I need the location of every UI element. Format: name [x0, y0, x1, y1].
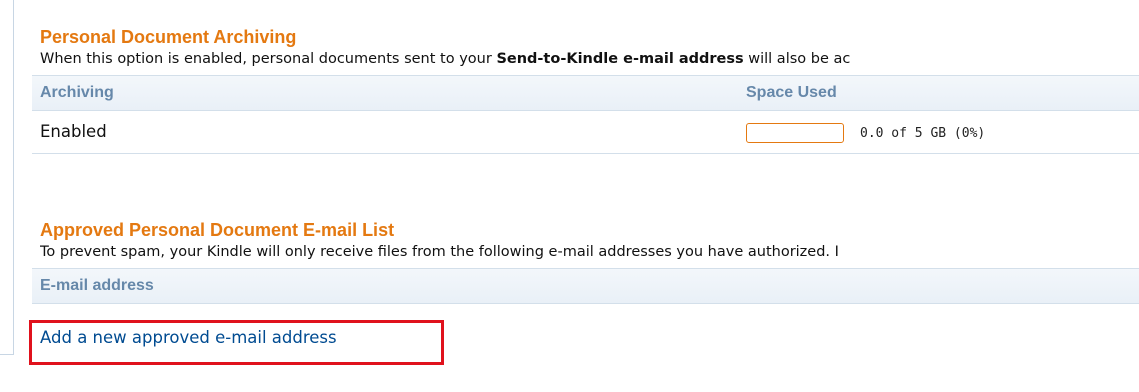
space-used-progress-bar [746, 123, 844, 143]
archiving-desc-suffix: will also be ac [743, 51, 851, 67]
archiving-section: Personal Document Archiving When this op… [32, 26, 1139, 154]
archiving-column-header: Archiving [40, 84, 114, 101]
space-used-indicator: 0.0 of 5 GB (0%) [746, 123, 985, 143]
approved-email-section: Approved Personal Document E-mail List T… [32, 219, 1139, 347]
email-address-column-header: E-mail address [40, 277, 154, 294]
space-used-column-header: Space Used [746, 84, 837, 101]
left-border-divider [13, 0, 14, 354]
page: Personal Document Archiving When this op… [0, 0, 1139, 392]
archiving-status: Enabled [40, 122, 107, 141]
archiving-description: When this option is enabled, personal do… [40, 49, 1139, 71]
approved-email-title: Approved Personal Document E-mail List [40, 220, 395, 240]
email-table-header: E-mail address [32, 268, 1139, 304]
archiving-table-header: Archiving Space Used [32, 75, 1139, 111]
archiving-title: Personal Document Archiving [40, 27, 297, 47]
left-tick-divider [0, 354, 14, 355]
approved-email-description: To prevent spam, your Kindle will only r… [40, 244, 839, 260]
archiving-desc-bold: Send-to-Kindle e-mail address [496, 51, 744, 67]
archiving-table-row: Enabled 0.0 of 5 GB (0%) [32, 111, 1139, 154]
space-used-text: 0.0 of 5 GB (0%) [860, 125, 986, 141]
highlight-box [29, 320, 444, 365]
archiving-desc-prefix: When this option is enabled, personal do… [40, 51, 497, 67]
